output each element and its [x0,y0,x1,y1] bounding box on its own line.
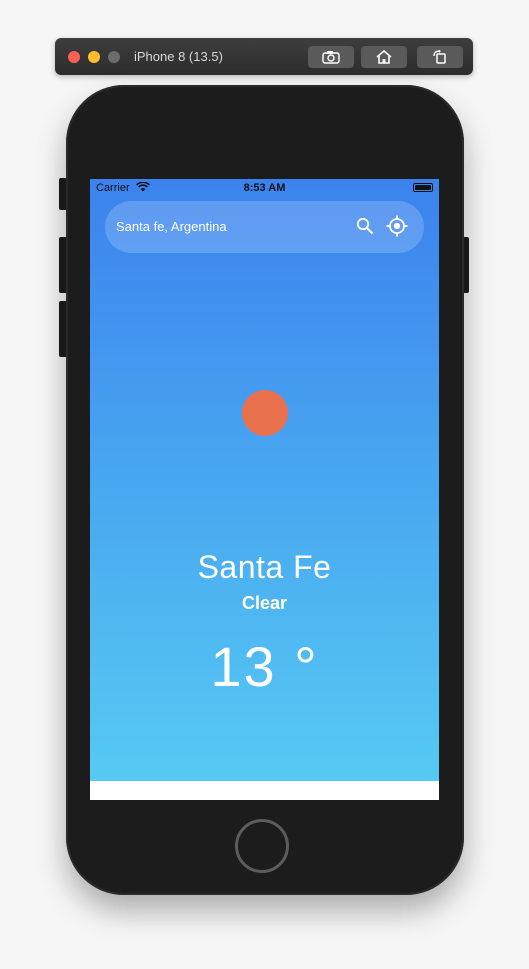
screenshot-button[interactable] [308,46,354,68]
rotate-icon [433,50,446,64]
device-home-button[interactable] [235,819,289,873]
my-location-icon[interactable] [386,215,408,237]
weather-condition: Clear [241,593,288,613]
search-bar[interactable]: Santa fe, Argentina [105,201,424,253]
simulator-title: iPhone 8 (13.5) [134,49,223,64]
rotate-button[interactable] [417,46,463,68]
home-icon [376,50,392,64]
close-window-button[interactable] [68,51,80,63]
phone-screen: Carrier 8:53 AM Santa fe, Argentina Sant… [90,179,439,800]
search-icon[interactable] [356,217,374,235]
battery-icon [413,183,433,192]
search-input[interactable]: Santa fe, Argentina [116,219,227,234]
screenshot-icon [322,51,340,64]
sun-icon [242,390,288,436]
status-bar: Carrier 8:53 AM [90,179,439,197]
minimize-window-button[interactable] [88,51,100,63]
simulator-title-bar: iPhone 8 (13.5) [55,38,473,75]
temperature: 13 ° [210,635,319,698]
zoom-window-button[interactable] [108,51,120,63]
city-name: Santa Fe [197,549,332,585]
status-time: 8:53 AM [243,182,286,194]
home-sim-button[interactable] [361,46,407,68]
